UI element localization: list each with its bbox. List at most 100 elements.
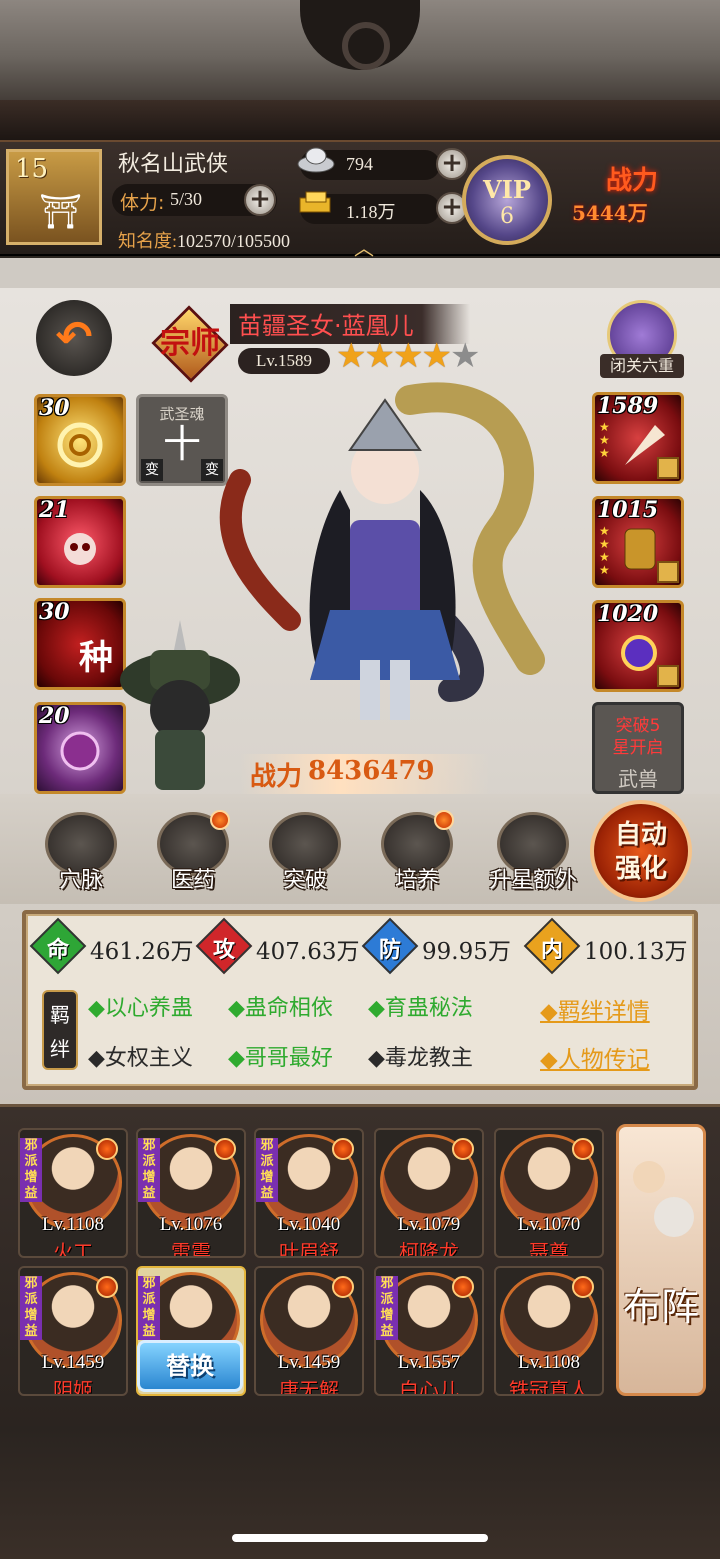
bond-item: ◆育蛊秘法: [368, 996, 473, 1021]
skill-slot-1[interactable]: 30: [34, 394, 126, 486]
roster-hero-level: Lv.1557: [397, 1352, 461, 1373]
roster-hero-card[interactable]: Lv.1108 铁冠真人: [494, 1266, 604, 1396]
rune-icon: [657, 561, 679, 583]
stat-badge: 攻: [212, 938, 235, 963]
notification-dot: [452, 1276, 474, 1298]
notification-dot: [96, 1138, 118, 1160]
skill-slot-level: 30: [39, 599, 70, 625]
roof-knot-ornament: [300, 0, 420, 70]
equipment-slot-3[interactable]: 1020: [592, 600, 684, 692]
total-power: 战力 5444万: [572, 160, 712, 240]
equipment-level: 1589: [597, 393, 659, 419]
combat-power-value: 8436479: [308, 756, 435, 786]
hero-portrait-illustration: [219, 382, 545, 720]
evil-faction-tag: 邪派增益: [376, 1276, 398, 1340]
fame-label: 知名度:: [118, 231, 178, 251]
feature-breakthrough-button[interactable]: 突破: [260, 812, 350, 894]
equipment-level: 1020: [597, 601, 659, 627]
vip-label: VIP: [483, 175, 531, 204]
skill-slot-level: 20: [39, 703, 70, 729]
skill-slot-2[interactable]: 21: [34, 496, 126, 588]
feature-cultivate-button[interactable]: 培养: [372, 810, 462, 894]
stat-badge: 命: [46, 938, 69, 963]
roster-hero-card[interactable]: 邪派增益 Lv.1108 火工: [18, 1128, 128, 1258]
bond-item: ◆毒龙教主: [368, 1046, 473, 1071]
roster-hero-card[interactable]: 邪派增益 Lv.1557 白心儿: [374, 1266, 484, 1396]
roster-hero-name: 唐无解: [279, 1378, 339, 1396]
expand-chevron-icon[interactable]: ︿: [354, 232, 374, 261]
feature-label: 穴脉: [58, 868, 103, 893]
sidekick-chibi-illustration: [120, 620, 240, 790]
feature-label: 升星额外: [488, 868, 577, 893]
bond-tag: 羁绊: [42, 990, 78, 1070]
back-button[interactable]: ↶: [36, 300, 112, 376]
vip-badge[interactable]: VIP 6: [462, 155, 552, 245]
roster-hero-card[interactable]: Lv.1459 唐无解: [254, 1266, 364, 1396]
rank-badge-text: 宗师: [160, 326, 220, 361]
feature-label: 突破: [282, 868, 327, 893]
roster-hero-level: Lv.1079: [397, 1214, 461, 1235]
notification-dot: [214, 1138, 236, 1160]
feature-medicine-button[interactable]: 医药: [148, 810, 238, 894]
martial-beast-slot[interactable]: 突破5 星开启 武兽: [592, 702, 684, 794]
rune-icon: [657, 457, 679, 479]
silver-ingot-icon: [297, 147, 335, 173]
roster-hero-name: 雷震: [171, 1240, 211, 1258]
gold-field: 1.18万: [299, 191, 440, 224]
player-level-badge[interactable]: 15 ⛩: [6, 149, 102, 245]
stat-value: 100.13万: [584, 939, 688, 965]
roof-beam: [0, 100, 720, 140]
roster-hero-card[interactable]: Lv.1079 柯降龙: [374, 1128, 484, 1258]
evil-faction-tag: 邪派增益: [20, 1138, 42, 1202]
notification-dot: [572, 1276, 594, 1298]
bond-item: ◆女权主义: [88, 1046, 193, 1071]
roster-hero-card[interactable]: Lv.1070 聂尊: [494, 1128, 604, 1258]
auto-strengthen-line2: 强化: [614, 854, 667, 884]
roster-hero-card[interactable]: 邪派增益 Lv.1076 雷震: [136, 1128, 246, 1258]
roster-hero-level: Lv.1108: [42, 1214, 104, 1235]
feature-label: 医药: [170, 868, 215, 893]
total-power-value: 5444万: [572, 201, 648, 225]
feature-star-up-button[interactable]: 升星额外: [484, 812, 582, 894]
beast-unlock-line1: 突破5: [615, 716, 661, 736]
roster-hero-card[interactable]: 邪派增益 Lv.1459 阴姬: [18, 1266, 128, 1396]
beast-unlock-line2: 星开启: [612, 738, 664, 758]
combat-power-label: 战力: [250, 762, 303, 792]
skill-slot-level: 30: [39, 395, 70, 421]
roster-hero-name: 柯降龙: [399, 1240, 459, 1258]
roof-decoration: [0, 0, 720, 140]
notification-dot: [452, 1138, 474, 1160]
silver-value: 794: [346, 154, 373, 174]
seclusion-button[interactable]: 闭关六重: [600, 300, 684, 378]
stamina-value: 5/30: [170, 189, 203, 209]
stat-badge: 内: [540, 938, 563, 963]
roster-hero-name: 阴姬: [53, 1378, 93, 1396]
rune-icon: [657, 665, 679, 687]
roster-hero-level: Lv.1076: [159, 1214, 223, 1235]
player-level: 15: [15, 154, 49, 184]
roster-hero-card[interactable]: 邪派增益 Lv.1040 叶眉舒: [254, 1128, 364, 1258]
notification-dot: [332, 1276, 354, 1298]
silver-add-button[interactable]: +: [436, 148, 468, 180]
bond-detail-link[interactable]: ◆羁绊详情: [540, 992, 650, 1026]
total-power-label: 战力: [605, 166, 658, 196]
home-indicator[interactable]: [232, 1534, 488, 1542]
auto-strengthen-button[interactable]: 自动 强化: [590, 800, 692, 902]
roster-hero-name: 叶眉舒: [279, 1240, 339, 1258]
stat-value: 407.63万: [256, 939, 360, 965]
formation-button[interactable]: 布阵: [616, 1124, 706, 1396]
equipment-slot-1[interactable]: 1589 ★ ★ ★: [592, 392, 684, 484]
equipment-slot-2[interactable]: 1015 ★ ★ ★ ★: [592, 496, 684, 588]
biography-link[interactable]: ◆人物传记: [540, 1040, 650, 1074]
roster-hero-level: Lv.1108: [518, 1352, 580, 1373]
vip-level: 6: [500, 204, 514, 229]
martial-soul-left-tag: 变: [141, 459, 163, 481]
feature-meridian-button[interactable]: 穴脉: [36, 812, 126, 894]
notification-dot: [572, 1138, 594, 1160]
gold-ingot-icon: [299, 191, 331, 213]
swap-button[interactable]: 替换: [137, 1340, 243, 1392]
equipment-stars-icon: ★ ★ ★: [599, 420, 610, 460]
stamina-add-button[interactable]: +: [244, 184, 276, 216]
beast-label: 武兽: [618, 767, 658, 791]
player-name: 秋名山武侠: [118, 152, 229, 177]
